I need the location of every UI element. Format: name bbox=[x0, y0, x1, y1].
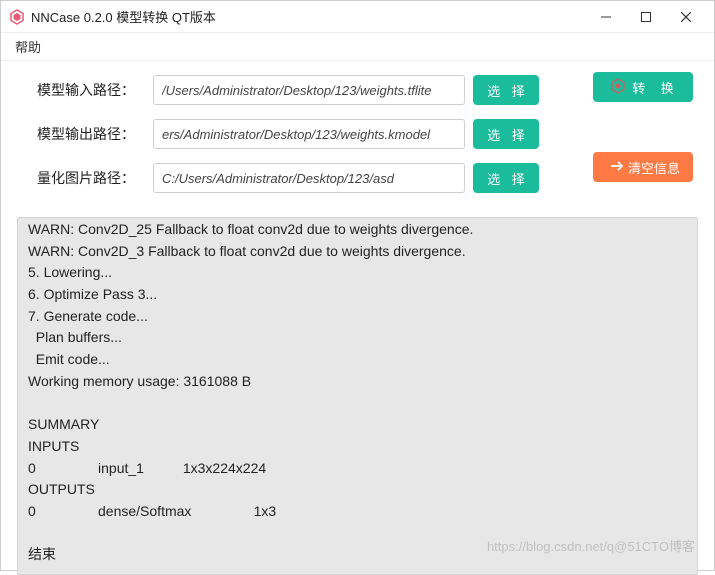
convert-icon bbox=[610, 78, 626, 97]
input-path-label: 模型输入路径： bbox=[37, 80, 145, 100]
menu-help[interactable]: 帮助 bbox=[11, 38, 45, 57]
app-logo-icon bbox=[9, 9, 25, 25]
log-output[interactable]: WARN: Conv2D_25 Fallback to float conv2d… bbox=[17, 217, 698, 575]
close-button[interactable] bbox=[666, 3, 706, 31]
output-path-field[interactable] bbox=[153, 119, 465, 149]
select-quant-button[interactable]: 选 择 bbox=[473, 163, 539, 193]
window-title: NNCase 0.2.0 模型转换 QT版本 bbox=[31, 7, 586, 26]
clear-label: 清空信息 bbox=[628, 158, 680, 177]
titlebar: NNCase 0.2.0 模型转换 QT版本 bbox=[1, 1, 714, 33]
action-buttons: 转 换 清空信息 bbox=[593, 72, 693, 182]
clear-button[interactable]: 清空信息 bbox=[593, 152, 693, 182]
select-output-button[interactable]: 选 择 bbox=[473, 119, 539, 149]
output-path-label: 模型输出路径： bbox=[37, 124, 145, 144]
convert-label: 转 换 bbox=[632, 78, 680, 97]
quant-path-field[interactable] bbox=[153, 163, 465, 193]
input-path-field[interactable] bbox=[153, 75, 465, 105]
quant-path-label: 量化图片路径： bbox=[37, 168, 145, 188]
select-input-button[interactable]: 选 择 bbox=[473, 75, 539, 105]
menubar: 帮助 bbox=[1, 33, 714, 61]
window-controls bbox=[586, 3, 706, 31]
maximize-button[interactable] bbox=[626, 3, 666, 31]
arrow-right-icon bbox=[610, 159, 624, 176]
convert-button[interactable]: 转 换 bbox=[593, 72, 693, 102]
minimize-button[interactable] bbox=[586, 3, 626, 31]
